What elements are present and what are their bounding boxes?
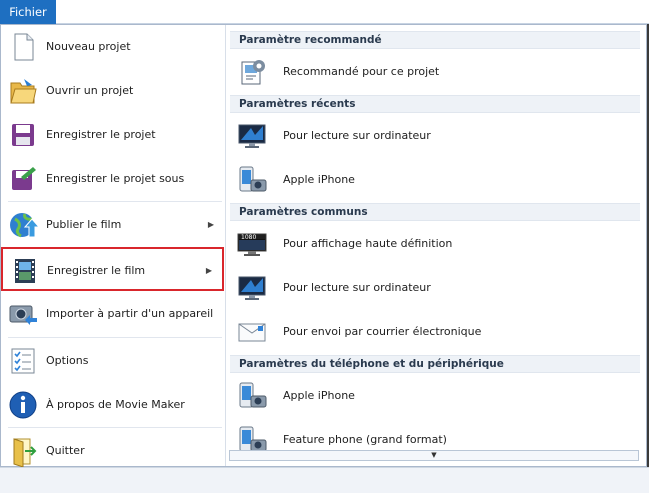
section-header: Paramètres du téléphone et du périphériq…: [230, 355, 640, 373]
menu-separator: [8, 337, 222, 338]
option-label: Apple iPhone: [283, 173, 355, 186]
menu-item-label: Options: [46, 354, 89, 367]
menu-item-publier-film[interactable]: Publier le film ▶: [0, 203, 224, 247]
menu-item-label: Enregistrer le film: [47, 264, 146, 277]
menu-item-a-propos[interactable]: À propos de Movie Maker: [0, 383, 224, 427]
option-label: Pour lecture sur ordinateur: [283, 129, 431, 142]
section-header: Paramètre recommandé: [230, 31, 640, 49]
menu-item-ouvrir-projet[interactable]: Ouvrir un projet: [0, 69, 224, 113]
option-label: Recommandé pour ce projet: [283, 65, 440, 78]
menu-item-label: À propos de Movie Maker: [46, 398, 185, 411]
menu-item-label: Enregistrer le projet sous: [46, 172, 185, 185]
option-recommande[interactable]: Recommandé pour ce projet: [230, 51, 640, 91]
email-envelope-icon: [238, 323, 266, 342]
option-courrier-electronique[interactable]: Pour envoi par courrier électronique: [230, 311, 640, 351]
menu-item-label: Enregistrer le projet: [46, 128, 156, 141]
section-header: Paramètres communs: [230, 203, 640, 221]
hd-1080-monitor-icon: 1080: [237, 233, 267, 256]
menu-item-nouveau-projet[interactable]: Nouveau projet: [0, 25, 224, 69]
submenu-arrow-icon: ▶: [207, 220, 214, 229]
chevron-down-icon: ▼: [431, 451, 437, 459]
menu-item-label: Ouvrir un projet: [46, 84, 134, 97]
scroll-down-button[interactable]: ▼: [229, 450, 639, 461]
phone-camera-icon: [239, 382, 267, 408]
camera-import-icon: [9, 305, 37, 325]
new-document-icon: [14, 33, 34, 61]
option-lecture-ordinateur-recent[interactable]: Pour lecture sur ordinateur: [230, 115, 640, 155]
menu-item-importer-appareil[interactable]: Importer à partir d'un appareil: [0, 292, 224, 336]
menu-item-label: Importer à partir d'un appareil: [46, 307, 214, 320]
option-label: Pour lecture sur ordinateur: [283, 281, 431, 294]
section-header: Paramètres récents: [230, 95, 640, 113]
menu-separator: [8, 427, 222, 428]
option-lecture-ordinateur-commun[interactable]: Pour lecture sur ordinateur: [230, 267, 640, 307]
option-apple-iphone-recent[interactable]: Apple iPhone: [230, 159, 640, 199]
menu-item-label: Nouveau projet: [46, 40, 131, 53]
menu-item-enregistrer-projet-sous[interactable]: Enregistrer le projet sous: [0, 157, 224, 201]
info-icon: [9, 391, 37, 419]
option-label: Pour envoi par courrier électronique: [283, 325, 482, 338]
exit-door-icon: [13, 438, 37, 467]
computer-monitor-icon: [238, 124, 266, 148]
film-strip-icon: [15, 259, 35, 283]
hd-badge: 1080: [241, 234, 256, 241]
menu-item-options[interactable]: Options: [0, 339, 224, 383]
menu-separator: [8, 201, 222, 202]
open-folder-icon: [10, 79, 37, 104]
menu-item-enregistrer-projet[interactable]: Enregistrer le projet: [0, 113, 224, 157]
save-disk-icon: [12, 124, 34, 146]
menu-item-label: Publier le film: [46, 218, 122, 231]
menu-item-enregistrer-film[interactable]: Enregistrer le film ▶: [1, 247, 224, 291]
option-apple-iphone-peripherique[interactable]: Apple iPhone: [230, 375, 640, 415]
option-label: Apple iPhone: [283, 389, 355, 402]
status-bar: [0, 467, 649, 493]
submenu-arrow-icon: ▶: [205, 266, 212, 275]
option-haute-definition[interactable]: 1080 Pour affichage haute définition: [230, 223, 640, 263]
computer-monitor-icon: [238, 276, 266, 300]
options-list-icon: [11, 348, 35, 374]
globe-publish-icon: [10, 213, 39, 238]
tab-fichier[interactable]: Fichier: [0, 0, 56, 24]
save-as-icon: [12, 167, 36, 190]
recommended-settings-icon: [241, 60, 265, 85]
option-label: Pour affichage haute définition: [283, 237, 453, 250]
phone-camera-icon: [239, 166, 267, 192]
